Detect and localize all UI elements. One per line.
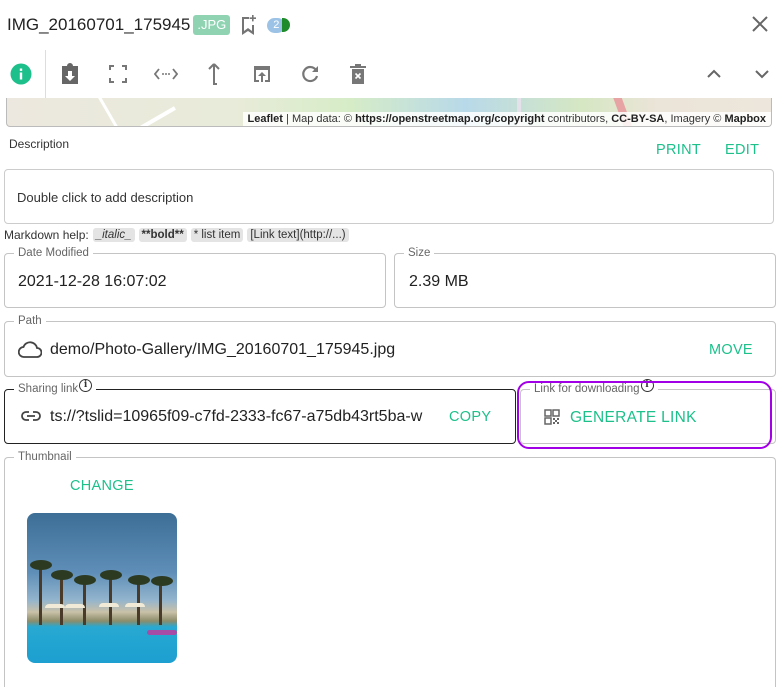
clipboard-download-icon [62,63,78,84]
code-arrows-icon [154,68,178,80]
count-indicator [282,18,291,32]
info-icon[interactable]: i [640,378,654,392]
chevron-up-icon [707,69,721,78]
description-area[interactable]: Double click to add description [4,169,774,224]
chevron-down-icon [755,70,769,79]
markdown-chip-list: * list item [190,228,244,242]
title-row: IMG_20160701_175945 .JPG 2 [7,13,291,37]
qr-code-icon [544,409,560,425]
markdown-chip-link: [Link text](http://...) [247,228,349,242]
extension-badge: .JPG [193,15,231,35]
pool-float [147,630,177,635]
link-icon [21,411,41,421]
delete-button[interactable] [346,62,370,86]
map-attribution: Leaflet | Map data: © https://openstreet… [242,112,771,126]
umbrella [125,603,145,607]
mapbox-link[interactable]: Mapbox [724,113,766,125]
fullscreen-button[interactable] [106,62,130,86]
palm-tree [109,575,112,625]
download-link-field: Link for downloading i GENERATE LINK [520,378,776,444]
bookmark-add-icon[interactable] [239,15,257,35]
toolbar [0,50,778,98]
cloud-icon [18,341,42,358]
palm-tree [83,580,86,625]
palm-tree [39,565,42,625]
move-button[interactable]: MOVE [709,342,753,358]
umbrella [99,603,119,607]
sharing-link-legend: Sharing link i [14,378,97,396]
close-icon[interactable] [750,14,770,34]
previous-button[interactable] [702,62,726,86]
palm-tree [151,576,173,586]
info-icon[interactable]: i [79,378,93,392]
date-modified-value: 2021-12-28 16:07:02 [18,273,167,290]
fullscreen-icon [109,65,127,83]
open-in-new-icon [254,66,270,82]
size-value: 2.39 MB [409,273,469,290]
next-button[interactable] [750,62,774,86]
reload-button[interactable] [298,62,322,86]
tag-count-badge[interactable]: 2 [267,17,291,33]
file-name: IMG_20160701_175945 [7,15,191,34]
map-road [122,106,176,126]
description-placeholder: Double click to add description [17,190,194,205]
thumbnail-field: Thumbnail CHANGE [4,450,776,687]
open-parent-button[interactable] [202,62,226,86]
leaflet-link[interactable]: Leaflet [248,113,283,125]
download-link-legend: Link for downloading i [530,378,658,396]
umbrella [65,604,85,608]
open-in-new-window-button[interactable] [250,62,274,86]
osm-copyright-link[interactable]: https://openstreetmap.org/copyright [355,113,544,125]
size-field: Size 2.39 MB [394,246,776,308]
refresh-icon [302,65,319,83]
generate-link-button[interactable]: GENERATE LINK [570,409,697,427]
size-label: Size [404,246,435,260]
thumbnail-image [27,513,177,663]
date-modified-label: Date Modified [14,246,93,260]
markdown-chip-bold: **bold** [138,228,187,242]
path-field: Path demo/Photo-Gallery/IMG_20160701_175… [4,314,776,377]
palm-tree [159,581,162,625]
attribution-text: , Imagery © [664,113,725,125]
markdown-chip-italic: _italic_ [92,228,135,242]
sharing-link-label: Sharing link [18,383,79,395]
map[interactable]: Leaflet | Map data: © https://openstreet… [6,98,772,127]
download-link-label: Link for downloading [534,383,640,395]
path-value: demo/Photo-Gallery/IMG_20160701_175945.j… [50,341,396,358]
copy-link-button[interactable]: COPY [449,409,491,425]
palm-tree [30,560,52,570]
delete-icon [350,64,366,84]
description-label: Description [9,137,70,151]
change-thumbnail-button[interactable]: CHANGE [70,478,134,494]
path-label: Path [14,314,46,328]
palm-tree [128,575,150,585]
markdown-help-label: Markdown help: [4,228,89,242]
palm-tree [100,570,122,580]
open-native-button[interactable] [154,62,178,86]
attribution-text: | Map data: © [282,113,356,125]
markdown-help: Markdown help: _italic_ **bold** * list … [4,228,349,242]
thumbnail-label: Thumbnail [14,450,76,464]
print-button[interactable]: PRINT [656,142,701,158]
license-link[interactable]: CC-BY-SA [611,113,664,125]
palm-tree [51,570,73,580]
edit-description-button[interactable]: EDIT [725,142,759,158]
toolbar-divider [45,50,46,98]
umbrella [45,604,65,608]
download-button[interactable] [58,62,82,86]
arrow-up-icon [208,63,220,85]
sharing-link-field: Sharing link i ts://?tslid=10965f09-c7fd… [4,378,516,444]
palm-tree [74,575,96,585]
date-modified-field: Date Modified 2021-12-28 16:07:02 [4,246,386,308]
info-icon [10,63,32,85]
map-road [97,98,120,126]
attribution-text: contributors, [544,113,612,125]
palm-tree [60,575,63,625]
sharing-link-value[interactable]: ts://?tslid=10965f09-c7fd-2333-fc67-a75d… [50,408,422,426]
info-button[interactable] [9,62,33,86]
